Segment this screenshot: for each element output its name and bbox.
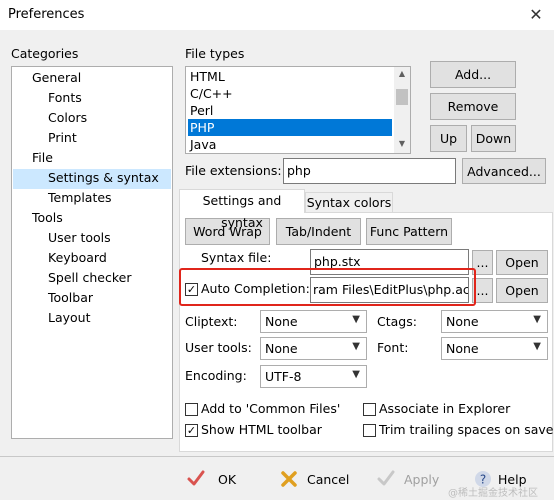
cancel-label: Cancel [307,471,350,487]
add-common-files-label: Add to 'Common Files' [201,401,341,416]
func-pattern-button[interactable]: Func Pattern [366,218,452,245]
remove-button[interactable]: Remove [430,93,516,120]
file-extensions-label: File extensions: [185,163,282,178]
ok-label: OK [218,471,237,487]
add-common-files-checkbox[interactable] [185,403,198,416]
file-types-list[interactable]: HTML C/C++ Perl PHP Java ▲ ▼ [185,66,411,154]
syntax-file-label: Syntax file: [201,250,272,265]
cancel-button[interactable]: Cancel [279,465,349,493]
category-item[interactable]: Settings & syntax [13,169,171,189]
file-type-item[interactable]: C/C++ [188,85,392,102]
category-item[interactable]: Layout [48,309,91,329]
scroll-up-icon[interactable]: ▲ [394,69,410,78]
encoding-select[interactable]: UTF-8 ▼ [260,365,367,388]
font-select[interactable]: None ▼ [441,337,548,360]
apply-icon [377,470,395,486]
category-item[interactable]: User tools [48,229,111,249]
file-type-item[interactable]: HTML [188,68,392,85]
category-item[interactable]: Keyboard [48,249,107,269]
font-label: Font: [377,340,409,355]
ok-button[interactable]: OK [186,465,236,493]
window-title: Preferences [8,7,85,22]
categories-label: Categories [11,46,79,61]
category-item[interactable]: Templates [48,189,112,209]
tab-syntax-colors[interactable]: Syntax colors [305,192,393,213]
chevron-down-icon: ▼ [533,341,541,352]
user-tools-select[interactable]: None ▼ [260,337,367,360]
file-type-item[interactable]: Java [188,136,392,153]
associate-explorer-label: Associate in Explorer [379,401,511,416]
file-types-label: File types [185,46,245,61]
show-html-toolbar-checkbox[interactable]: ✓ [185,424,198,437]
category-item[interactable]: File [32,149,53,169]
apply-button[interactable]: Apply [376,465,439,493]
categories-tree[interactable]: General Fonts Colors Print File Settings & sy… [11,66,173,439]
cliptext-select[interactable]: None ▼ [260,310,367,333]
encoding-value: UTF-8 [265,369,302,384]
category-item[interactable]: Toolbar [48,289,93,309]
user-tools-value: None [265,341,298,356]
encoding-label: Encoding: [185,368,247,383]
ctags-select[interactable]: None ▼ [441,310,548,333]
trim-trailing-label: Trim trailing spaces on save [379,422,554,437]
highlight-box [179,268,476,306]
show-html-toolbar-label: Show HTML toolbar [201,422,322,437]
category-item[interactable]: Tools [32,209,63,229]
chevron-down-icon: ▼ [352,369,360,380]
chevron-down-icon: ▼ [352,341,360,352]
close-icon[interactable]: ✕ [522,3,550,27]
tab-indent-button[interactable]: Tab/Indent [276,218,361,245]
checkmark-icon [187,470,205,486]
advanced-button[interactable]: Advanced... [462,158,546,184]
user-tools-label: User tools: [185,340,252,355]
down-button[interactable]: Down [471,125,516,152]
file-type-item[interactable]: Perl [188,102,392,119]
trim-trailing-checkbox[interactable] [363,424,376,437]
auto-completion-open-button[interactable]: Open [496,278,548,303]
apply-label: Apply [404,471,440,487]
category-item[interactable]: Colors [48,109,87,129]
scroll-thumb[interactable] [396,89,408,105]
associate-explorer-checkbox[interactable] [363,403,376,416]
chevron-down-icon: ▼ [533,314,541,325]
ctags-value: None [446,314,479,329]
add-button[interactable]: Add... [430,61,516,88]
category-item[interactable]: Fonts [48,89,82,109]
tab-settings-and-syntax[interactable]: Settings and syntax [179,189,305,230]
scroll-down-icon[interactable]: ▼ [394,139,410,148]
footer-separator [0,456,554,457]
syntax-file-open-button[interactable]: Open [496,250,548,275]
font-value: None [446,341,479,356]
cliptext-value: None [265,314,298,329]
category-item[interactable]: General [32,69,81,89]
cancel-x-icon [281,471,297,487]
file-type-item[interactable]: PHP [188,119,392,136]
ctags-label: Ctags: [377,314,417,329]
up-button[interactable]: Up [430,125,467,152]
file-extensions-input[interactable]: php [283,158,456,184]
watermark: @稀土掘金技术社区 [448,488,538,499]
category-item[interactable]: Print [48,129,77,149]
category-item[interactable]: Spell checker [48,269,131,289]
cliptext-label: Cliptext: [185,314,238,329]
chevron-down-icon: ▼ [352,314,360,325]
